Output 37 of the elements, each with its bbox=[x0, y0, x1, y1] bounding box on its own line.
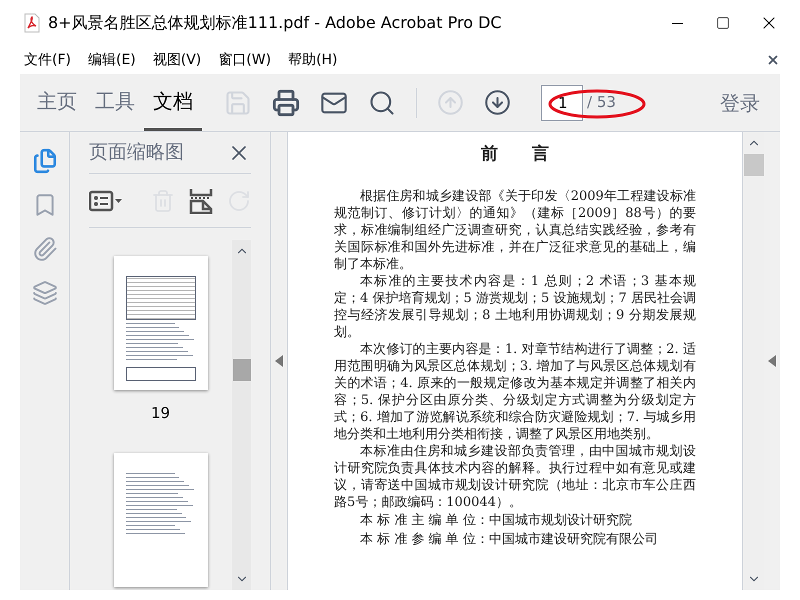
document-paragraph: 本 标 准 主 编 单 位：中国城市规划设计研究院 bbox=[359, 512, 633, 530]
menu-item[interactable]: 窗口(W) bbox=[218, 50, 272, 70]
document-heading: 前 言 bbox=[480, 143, 550, 166]
page-number: 19 bbox=[150, 403, 170, 424]
menu-item[interactable]: 编辑(E) bbox=[88, 50, 136, 70]
scrollbar[interactable] bbox=[232, 240, 251, 590]
panel-title: 页面缩略图 bbox=[89, 140, 184, 166]
scrollbar-thumb[interactable] bbox=[232, 359, 250, 381]
page-thumbnail[interactable] bbox=[114, 256, 208, 390]
sign-in-link[interactable]: 登录 bbox=[720, 74, 760, 131]
document-paragraph: 本次修订的主要内容是：1. 对章节结构进行了调整；2. 适用范围明确为风景区总体规划；3. 增加了与风景区总体规划有关的术语；4. 原来的一般规定修改为基本规定并调整了相关内容；5. 保护分区由原分类、分级划定方式调整为分级划定方式；6. 增加了游览解说系统和综合防灾避险规划；7. 与城乡用地分类和土地利用分类相衔接，调整了风景区用地类别。 bbox=[334, 340, 696, 442]
expand-arrow-icon[interactable] bbox=[768, 355, 776, 367]
menu-item[interactable]: 文件(F) bbox=[24, 50, 71, 70]
list-options-icon[interactable] bbox=[89, 190, 123, 212]
document-paragraph: 本标准由住房和城乡建设部负责管理，由中国城市规划设计研究院负责具体技术内容的解释。执行过程中如有意见或建议，请寄送中国城市规划设计研究院（地址：北京市车公庄西路5号；邮政编码：100044）。 bbox=[334, 442, 696, 510]
layers-icon[interactable] bbox=[32, 280, 58, 306]
menu-item[interactable]: 帮助(H) bbox=[288, 50, 338, 70]
printer-icon[interactable] bbox=[272, 88, 300, 116]
page-count: / 53 bbox=[587, 92, 616, 114]
document-paragraph: 本标准的主要技术内容是：1 总则；2 术语；3 基本规定；4 保护培育规划；5 游赏规划；5 设施规划；7 居民社会调控与经济发展引导规划；8 土地利用协调规划；9 分期发展规划。 bbox=[334, 272, 696, 340]
insert-page-icon[interactable] bbox=[189, 188, 213, 214]
close-icon[interactable] bbox=[766, 53, 780, 67]
maximize-icon bbox=[716, 16, 730, 30]
paperclip-icon[interactable] bbox=[32, 236, 58, 262]
tab[interactable]: 主页 bbox=[28, 74, 86, 131]
document-paragraph: 本 标 准 参 编 单 位：中国城市建设研究院有限公司 bbox=[359, 530, 659, 548]
menu-item[interactable]: 视图(V) bbox=[152, 50, 202, 70]
pdf-file-icon bbox=[24, 13, 40, 33]
collapse-arrow-icon[interactable] bbox=[275, 355, 283, 367]
search-icon[interactable] bbox=[368, 88, 396, 116]
scrollbar-thumb[interactable] bbox=[744, 154, 764, 176]
tab[interactable]: 工具 bbox=[86, 74, 144, 131]
page-thumbnail[interactable] bbox=[114, 452, 208, 586]
document-paragraph: 根据住房和城乡建设部《关于印发〈2009年工程建设标准规范制订、修订计划〉的通知》（建标［2009］88号）的要求，标准编制组经广泛调查研究，认真总结实践经验，参考有关国际标准和国外先进标准，并在广泛征求意见的基础上，编制了本标准。 bbox=[334, 188, 696, 272]
window-title: 8+风景名胜区总体规划标准111.pdf - Adobe Acrobat Pro DC bbox=[48, 12, 502, 34]
pages-icon[interactable] bbox=[32, 148, 58, 174]
minimize-icon bbox=[672, 22, 682, 24]
